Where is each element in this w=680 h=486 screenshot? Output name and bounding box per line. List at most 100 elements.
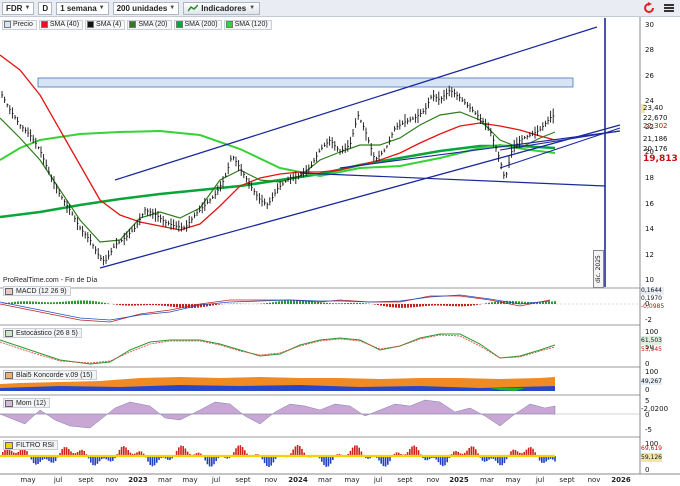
menu-icon[interactable]	[662, 1, 676, 15]
rsi-bar	[239, 445, 242, 456]
stochastic-label[interactable]: Estocástico (26 8 5)	[3, 328, 82, 338]
macd-histogram-bar	[407, 304, 409, 308]
macd-histogram-bar	[23, 301, 25, 304]
macd-histogram-bar	[386, 304, 388, 307]
macd-histogram-bar	[365, 303, 367, 304]
momentum-label[interactable]: Mom (12)	[3, 398, 50, 408]
macd-histogram-bar	[32, 301, 34, 304]
rsi-bar	[439, 456, 442, 465]
price-tick: 16	[645, 200, 654, 208]
timeframe-code-button[interactable]: D	[38, 1, 53, 15]
price-tick: 18	[645, 174, 654, 182]
price-candles	[1, 85, 555, 266]
stoch-tick: 100	[645, 328, 658, 336]
macd-histogram-bar	[383, 304, 385, 307]
price-tag-value: 22,670	[643, 114, 668, 122]
macd-histogram-bar	[350, 302, 352, 304]
rsi-bar	[380, 456, 382, 464]
rsi-bar	[411, 446, 413, 456]
stochastic-panel: 100 50 0	[0, 328, 658, 368]
macd-histogram-bar	[392, 304, 394, 308]
units-label: 200 unidades	[116, 3, 168, 13]
macd-histogram-bar	[263, 303, 265, 304]
lower-channel-line[interactable]	[99, 124, 621, 269]
time-tick: jul	[53, 476, 63, 484]
macd-histogram-bar	[77, 300, 79, 304]
units-select[interactable]: 200 unidades ▼	[112, 1, 180, 15]
rsi-bar	[65, 447, 68, 456]
macd-histogram-bar	[278, 301, 280, 304]
macd-histogram-bar	[152, 304, 154, 306]
rsi-bar	[92, 456, 94, 466]
timeframe-select[interactable]: 1 semana ▼	[56, 1, 109, 15]
macd-histogram-bar	[413, 304, 415, 308]
macd-histogram-bar	[26, 301, 28, 304]
rsi-bar	[527, 447, 530, 456]
rsi-bar	[37, 456, 39, 465]
macd-histogram-bar	[95, 301, 97, 304]
stoch-values: 61,503 53,945	[641, 336, 662, 354]
panel-title: Blai5 Koncorde v.09 (15)	[16, 371, 93, 379]
rsi-label[interactable]: FILTRO RSI	[3, 440, 58, 450]
rsi-bar	[442, 456, 444, 467]
rsi-bar	[472, 446, 475, 456]
rsi-bar	[241, 447, 244, 456]
rsi-bar	[299, 445, 301, 456]
macd-histogram-bar	[410, 304, 412, 308]
rsi-bar	[206, 456, 209, 465]
rsi-bar	[123, 446, 125, 456]
macd-histogram-bar	[455, 304, 457, 307]
horizontal-support-line[interactable]	[299, 172, 606, 187]
fan-line[interactable]	[499, 130, 621, 151]
rsi-bar	[499, 456, 501, 466]
macd-histogram-bar	[176, 304, 178, 308]
momentum-value: -2,0200	[641, 405, 669, 413]
time-tick: 2026	[611, 476, 631, 484]
ticker-select[interactable]: FDR ▼	[2, 1, 35, 15]
macd-histogram-bar	[215, 304, 217, 305]
time-tick: nov	[587, 476, 601, 484]
macd-histogram-bar	[290, 299, 292, 304]
panel-icon	[5, 329, 13, 337]
rsi-bar	[151, 456, 154, 467]
rsi-bar	[351, 447, 354, 456]
macd-histogram-bar	[428, 304, 430, 306]
macd-histogram-bar	[275, 301, 277, 304]
macd-label[interactable]: MACD (12 26 9)	[3, 286, 71, 296]
macd-histogram-bar	[284, 300, 286, 304]
koncorde-label[interactable]: Blai5 Koncorde v.09 (15)	[3, 370, 97, 380]
rsi-bar	[120, 446, 123, 456]
rsi-bar	[468, 447, 470, 456]
macd-histogram-bar	[29, 301, 31, 304]
chart-area[interactable]: 30 28 26 24 22 20 18 16 14 12 10 0 -2 10…	[0, 17, 680, 486]
macd-histogram-bar	[83, 300, 85, 304]
toolbar: FDR ▼ D 1 semana ▼ 200 unidades ▼ Indicador…	[0, 0, 680, 17]
rsi-bar	[153, 456, 156, 466]
indicators-icon	[188, 3, 199, 11]
macd-histogram-bar	[44, 302, 46, 304]
rsi-value: 59,126	[641, 453, 662, 462]
stoch-value: 53,945	[641, 346, 662, 353]
time-tick: mar	[158, 476, 172, 484]
price-tick: 30	[645, 21, 654, 29]
rsi-bar	[444, 456, 446, 466]
indicators-button[interactable]: Indicadores ▼	[183, 1, 261, 15]
macd-histogram-bar	[119, 304, 121, 306]
macd-histogram-bar	[476, 304, 478, 305]
panel-title: MACD (12 26 9)	[16, 287, 67, 295]
stoch-k-line	[0, 333, 556, 365]
macd-histogram-bar	[104, 302, 106, 304]
macd-histogram-bar	[143, 304, 145, 306]
year-marker-label: dic. 2025	[593, 250, 604, 288]
rsi-bar	[237, 445, 239, 456]
resistance-zone[interactable]	[37, 77, 574, 88]
macd-value: 0,1644	[641, 287, 665, 295]
macd-histogram-bar	[341, 303, 343, 304]
macd-histogram-bar	[458, 304, 460, 307]
refresh-icon[interactable]	[642, 1, 656, 15]
macd-histogram-bar	[20, 301, 22, 304]
time-tick: sept	[78, 476, 94, 484]
macd-histogram-bar	[272, 302, 274, 304]
support-line[interactable]	[339, 130, 621, 169]
upper-channel-line[interactable]	[114, 26, 598, 181]
